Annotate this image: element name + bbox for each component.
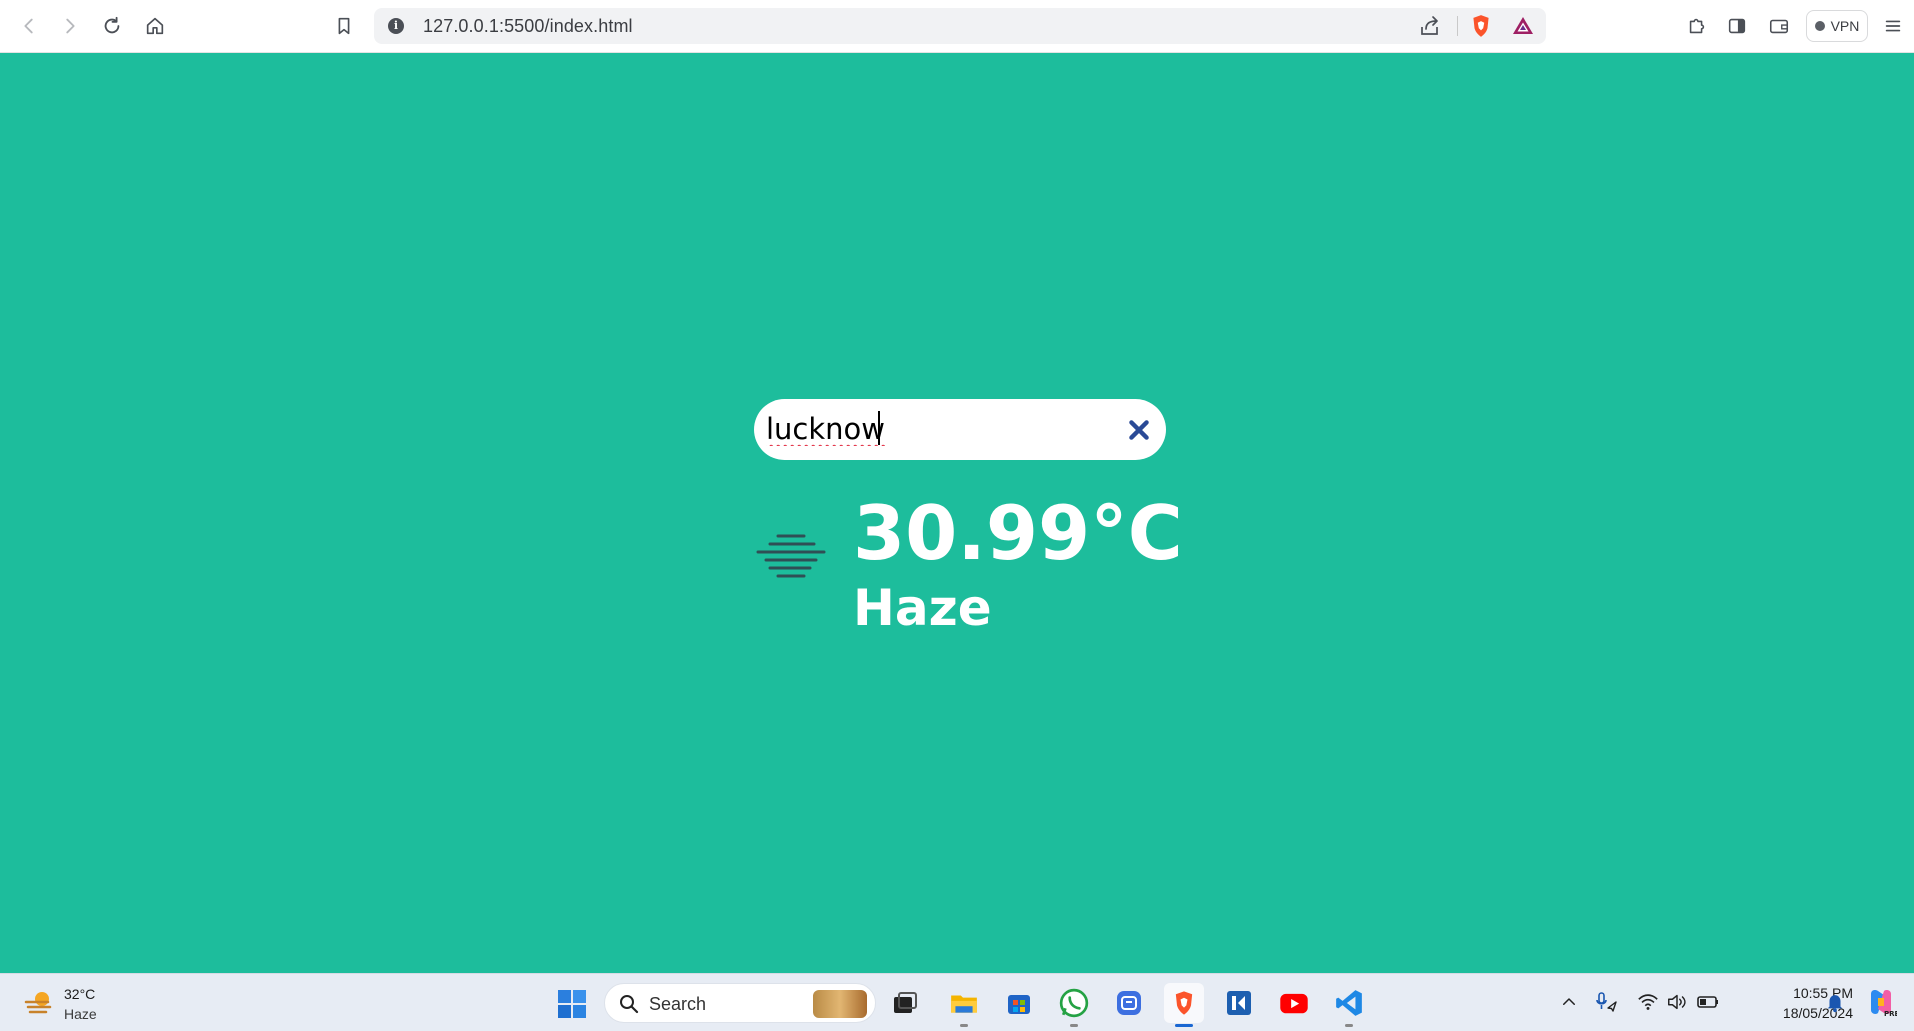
city-search-box — [754, 399, 1166, 460]
task-view-app[interactable] — [885, 983, 925, 1023]
microsoft-store-app[interactable] — [999, 983, 1039, 1023]
close-icon — [1129, 420, 1149, 440]
vpn-button[interactable]: VPN — [1806, 10, 1868, 42]
speaker-icon — [1668, 994, 1686, 1010]
back-button[interactable] — [14, 11, 44, 41]
weather-condition: Haze — [853, 579, 992, 637]
app-active-indicator — [1175, 1024, 1193, 1027]
kdenlive-icon — [1227, 991, 1251, 1015]
battery-tray[interactable] — [1696, 990, 1720, 1014]
extensions-button[interactable] — [1682, 11, 1712, 41]
svg-text:PRE: PRE — [1884, 1010, 1897, 1018]
reload-icon — [104, 16, 120, 34]
browser-toolbar: i 127.0.0.1:5500/index.html VPN — [0, 0, 1914, 53]
address-bar[interactable]: i 127.0.0.1:5500/index.html — [374, 8, 1546, 44]
back-arrow-icon — [24, 18, 33, 34]
chat-icon — [1117, 991, 1141, 1015]
clear-search-button[interactable] — [1124, 415, 1154, 445]
bookmark-icon — [338, 17, 350, 35]
address-bar-divider — [1457, 16, 1458, 36]
puzzle-icon — [1689, 18, 1705, 34]
brave-lion-icon — [1175, 991, 1193, 1015]
widget-temperature: 32°C — [64, 986, 96, 1002]
widget-condition: Haze — [64, 1006, 97, 1022]
search-icon — [620, 995, 639, 1014]
sidebar-toggle-button[interactable] — [1722, 11, 1752, 41]
copilot-button[interactable]: PRE — [1865, 986, 1897, 1018]
city-search-input[interactable] — [766, 407, 1096, 451]
forward-button[interactable] — [55, 11, 85, 41]
bell-icon — [1827, 995, 1843, 1013]
sidebar-icon — [1728, 18, 1746, 34]
vpn-status-icon — [1814, 21, 1825, 31]
taskbar-search[interactable]: Search — [604, 983, 876, 1023]
store-icon — [1008, 995, 1030, 1014]
temperature-value: 30.99°C — [853, 489, 1183, 577]
kdenlive-app[interactable] — [1219, 983, 1259, 1023]
task-view-icon — [894, 992, 917, 1013]
haze-icon — [756, 534, 826, 578]
text-cursor — [878, 411, 880, 445]
copilot-icon: PRE — [1871, 990, 1897, 1018]
folder-icon — [951, 995, 977, 1013]
battery-icon — [1697, 996, 1718, 1008]
brave-shields-icon[interactable] — [1468, 13, 1494, 39]
app-running-indicator — [1070, 1024, 1078, 1027]
main-menu-button[interactable] — [1878, 11, 1908, 41]
wifi-icon — [1638, 994, 1658, 1010]
home-icon — [146, 17, 164, 35]
bookmark-button[interactable] — [329, 11, 359, 41]
wifi-tray[interactable] — [1636, 990, 1660, 1014]
wallet-button[interactable] — [1764, 11, 1794, 41]
app-running-indicator — [960, 1024, 968, 1027]
brave-rewards-icon[interactable] — [1510, 14, 1536, 38]
windows-start-icon[interactable] — [557, 989, 587, 1019]
home-button[interactable] — [140, 11, 170, 41]
notifications-button[interactable] — [1823, 990, 1847, 1014]
sun-haze-icon — [24, 992, 52, 1014]
show-hidden-icons-button[interactable] — [1557, 990, 1581, 1014]
teams-chat-app[interactable] — [1109, 983, 1149, 1023]
microphone-icon — [1596, 992, 1617, 1012]
taskbar-search-label: Search — [649, 994, 707, 1014]
forward-arrow-icon — [66, 18, 75, 34]
vscode-icon — [1336, 990, 1362, 1016]
vpn-label: VPN — [1830, 18, 1860, 34]
wallet-icon — [1769, 19, 1789, 34]
whatsapp-app[interactable] — [1054, 983, 1094, 1027]
vscode-app[interactable] — [1329, 983, 1369, 1027]
address-bar-url[interactable]: 127.0.0.1:5500/index.html — [423, 16, 633, 37]
youtube-icon — [1280, 993, 1308, 1014]
youtube-app[interactable] — [1274, 983, 1314, 1023]
chevron-up-icon — [1563, 998, 1575, 1005]
brave-browser-app[interactable] — [1164, 983, 1204, 1027]
volume-tray[interactable] — [1665, 990, 1689, 1014]
app-running-indicator — [1345, 1024, 1353, 1027]
file-explorer-app[interactable] — [944, 983, 984, 1027]
taskbar: 32°C Haze Search 10:55 PM 18/05/2024 PRE — [0, 973, 1914, 1031]
microphone-location-tray[interactable] — [1594, 990, 1618, 1014]
share-icon[interactable] — [1418, 14, 1442, 38]
whatsapp-icon — [1059, 988, 1089, 1018]
hamburger-menu-icon — [1885, 20, 1901, 32]
search-highlight-icon — [813, 990, 867, 1018]
reload-button[interactable] — [97, 11, 127, 41]
site-info-icon[interactable]: i — [388, 18, 404, 34]
